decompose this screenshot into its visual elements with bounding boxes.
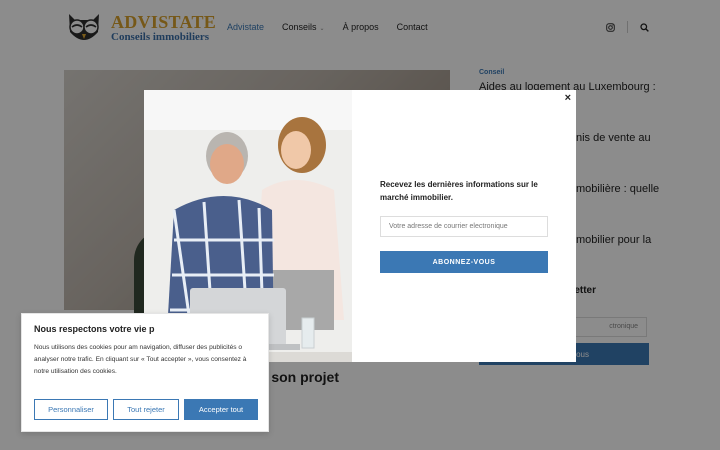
cookie-title: Nous respectons votre vie p	[34, 324, 155, 334]
cookie-text: Nous utilisons des cookies pour am navig…	[34, 344, 247, 375]
accept-all-button[interactable]: Accepter tout	[184, 399, 258, 420]
modal-message: Recevez les dernières informations sur l…	[380, 180, 538, 202]
customize-cookies-button[interactable]: Personnaliser	[34, 399, 108, 420]
subscribe-button[interactable]: ABONNEZ-VOUS	[380, 251, 548, 273]
reject-all-button[interactable]: Tout rejeter	[113, 399, 179, 420]
cookie-consent-banner: Nous respectons votre vie p Nous utiliso…	[21, 313, 269, 432]
close-icon[interactable]: ×	[565, 92, 571, 104]
modal-email-input[interactable]: Votre adresse de courrier electronique	[380, 216, 548, 237]
